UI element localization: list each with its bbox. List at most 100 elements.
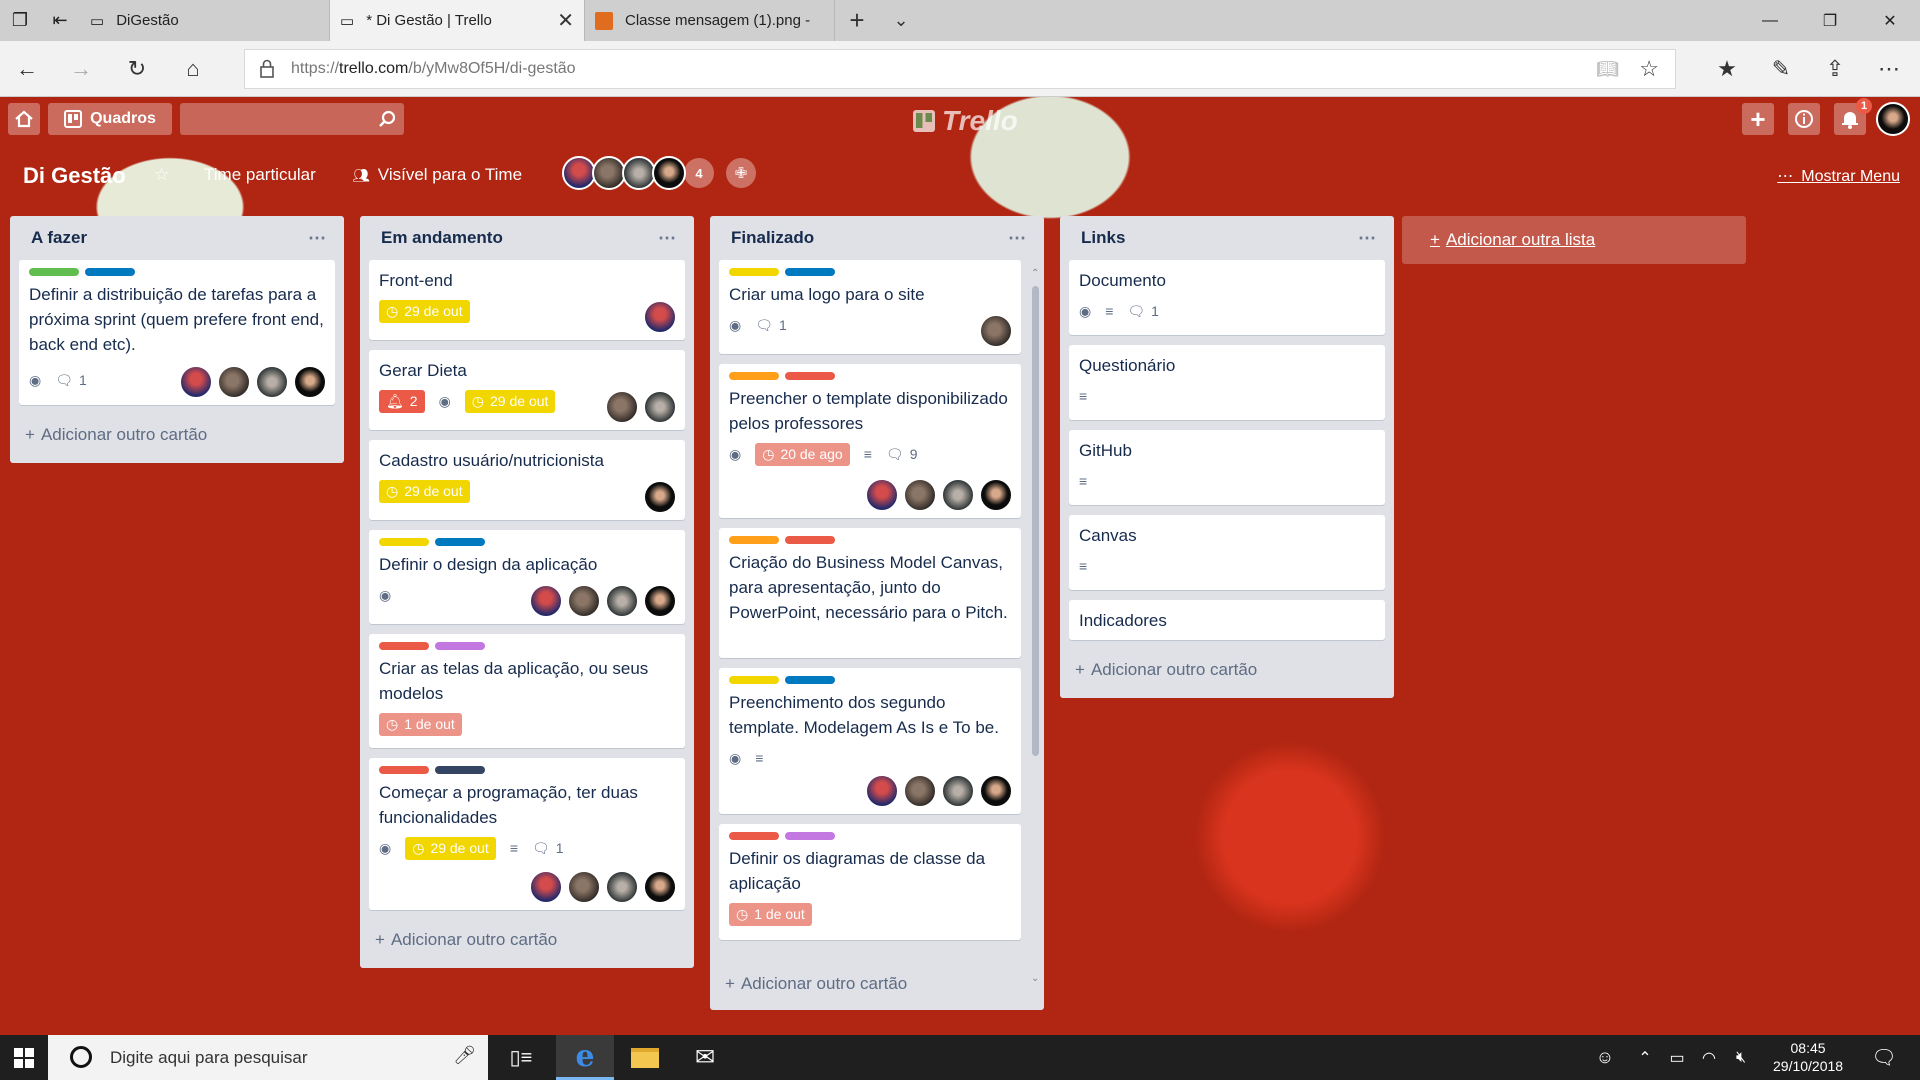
more-members-count[interactable]: 4 [684, 158, 714, 188]
member-avatar[interactable] [562, 156, 596, 190]
people-icon[interactable]: ☺ [1585, 1035, 1625, 1080]
reading-view-icon[interactable]: 📖︎ [1596, 59, 1619, 80]
list-card[interactable]: Documento ◉ ≡ 🗨︎ 1 [1069, 260, 1385, 335]
list-card[interactable]: Criação do Business Model Canvas, para a… [719, 528, 1021, 658]
list-card[interactable]: Criar uma logo para o site ◉ 🗨︎ 1 [719, 260, 1021, 354]
set-tabs-aside-icon[interactable]: ⇤ [40, 0, 80, 41]
member-avatar[interactable] [622, 156, 656, 190]
list-title[interactable]: Finalizado [731, 228, 814, 248]
member-avatar[interactable] [903, 478, 937, 512]
list-menu-icon[interactable]: ⋯ [1358, 228, 1377, 249]
battery-icon[interactable]: ▭ [1662, 1035, 1692, 1080]
member-avatar[interactable] [567, 870, 601, 904]
invite-member-icon[interactable]: ✙ [726, 158, 756, 188]
member-avatar[interactable] [592, 156, 626, 190]
label-yellow[interactable] [729, 268, 779, 276]
member-avatar[interactable] [255, 365, 289, 399]
list-title[interactable]: Em andamento [381, 228, 503, 248]
info-button[interactable] [1788, 103, 1820, 135]
member-avatar[interactable] [979, 774, 1013, 808]
list-menu-icon[interactable]: ⋯ [1008, 228, 1027, 249]
list-header[interactable]: A fazer ⋯ [19, 216, 335, 260]
chevron-down-icon[interactable]: ⌄ [879, 0, 923, 41]
add-card-button[interactable]: + Adicionar outro cartão [19, 415, 335, 455]
tab-trello[interactable]: ▭ * Di Gestão | Trello ✕ [330, 0, 585, 41]
scrollbar-thumb[interactable] [1032, 286, 1039, 756]
notifications-button[interactable]: 1 [1834, 98, 1872, 135]
windows-start-icon[interactable] [0, 1035, 48, 1080]
member-avatar[interactable] [865, 478, 899, 512]
label-blue[interactable] [785, 268, 835, 276]
back-icon[interactable]: ← [0, 41, 54, 97]
show-menu-button[interactable]: ⋯ Mostrar Menu [1777, 166, 1900, 186]
label-red[interactable] [785, 536, 835, 544]
list-menu-icon[interactable]: ⋯ [658, 228, 677, 249]
list-header[interactable]: Em andamento ⋯ [369, 216, 685, 260]
member-avatar[interactable] [529, 870, 563, 904]
minimize-icon[interactable]: — [1740, 0, 1800, 41]
member-avatar[interactable] [293, 365, 327, 399]
label-orange[interactable] [729, 536, 779, 544]
list-card[interactable]: Indicadores [1069, 600, 1385, 640]
action-center-icon[interactable]: 🗨︎ [1855, 1035, 1913, 1080]
add-card-button[interactable]: + Adicionar outro cartão [1069, 650, 1385, 690]
favorite-star-icon[interactable]: ☆ [1639, 56, 1659, 82]
list-scrollbar[interactable]: ⌃ ⌄ [1029, 268, 1041, 984]
list-card[interactable]: Canvas ≡ [1069, 515, 1385, 590]
label-navy[interactable] [435, 766, 485, 774]
maximize-icon[interactable]: ❐ [1800, 0, 1860, 41]
star-board-icon[interactable]: ☆ [154, 165, 169, 185]
list-title[interactable]: A fazer [31, 228, 87, 248]
search-input[interactable] [180, 103, 404, 135]
label-purple[interactable] [435, 642, 485, 650]
member-avatar[interactable] [217, 365, 251, 399]
label-orange[interactable] [729, 372, 779, 380]
tab-actions-icon[interactable]: ❐ [0, 0, 40, 41]
list-card[interactable]: Definir a distribuição de tarefas para a… [19, 260, 335, 405]
list-header[interactable]: Finalizado ⋯ [719, 216, 1035, 260]
tab-digestao[interactable]: ▭ DiGestão [80, 0, 330, 41]
member-avatar[interactable] [643, 480, 677, 514]
label-red[interactable] [729, 832, 779, 840]
close-window-icon[interactable]: ✕ [1860, 0, 1920, 41]
microphone-icon[interactable]: 🎤︎ [453, 1045, 476, 1066]
boards-button[interactable]: Quadros [48, 103, 172, 135]
volume-muted-icon[interactable]: 🔇︎ [1726, 1035, 1756, 1080]
scroll-up-icon[interactable]: ⌃ [1031, 268, 1039, 279]
home-button[interactable] [8, 103, 40, 135]
edge-browser-icon[interactable]: e [556, 1035, 614, 1080]
member-avatar[interactable] [979, 314, 1013, 348]
label-green[interactable] [29, 268, 79, 276]
scroll-down-icon[interactable]: ⌄ [1031, 973, 1039, 984]
wifi-icon[interactable]: ◠ [1694, 1035, 1724, 1080]
member-avatar[interactable] [865, 774, 899, 808]
list-card[interactable]: Gerar Dieta 🔔︎ 2 ◉ ◷ 29 de out [369, 350, 685, 430]
member-avatar[interactable] [643, 870, 677, 904]
team-button[interactable]: Time particular [204, 165, 316, 185]
add-list-button[interactable]: + Adicionar outra lista [1402, 216, 1746, 264]
label-purple[interactable] [785, 832, 835, 840]
member-avatar[interactable] [643, 390, 677, 424]
list-card[interactable]: GitHub ≡ [1069, 430, 1385, 505]
list-title[interactable]: Links [1081, 228, 1125, 248]
task-view-icon[interactable]: ▯≡ [492, 1035, 550, 1080]
label-red[interactable] [785, 372, 835, 380]
list-menu-icon[interactable]: ⋯ [308, 228, 327, 249]
home-icon[interactable]: ⌂ [166, 41, 220, 97]
favorites-hub-icon[interactable]: ★ [1700, 41, 1754, 97]
list-header[interactable]: Links ⋯ [1069, 216, 1385, 260]
label-blue[interactable] [785, 676, 835, 684]
close-tab-icon[interactable]: ✕ [557, 8, 574, 33]
label-red[interactable] [379, 766, 429, 774]
list-card[interactable]: Preencher o template disponibilizado pel… [719, 364, 1021, 518]
member-avatar[interactable] [643, 300, 677, 334]
label-blue[interactable] [85, 268, 135, 276]
member-avatar[interactable] [643, 584, 677, 618]
list-card[interactable]: Questionário ≡ [1069, 345, 1385, 420]
label-blue[interactable] [435, 538, 485, 546]
list-card[interactable]: Definir o design da aplicação ◉ [369, 530, 685, 624]
forward-icon[interactable]: → [54, 41, 108, 97]
label-red[interactable] [379, 642, 429, 650]
file-explorer-icon[interactable] [616, 1035, 674, 1080]
member-avatar[interactable] [605, 584, 639, 618]
